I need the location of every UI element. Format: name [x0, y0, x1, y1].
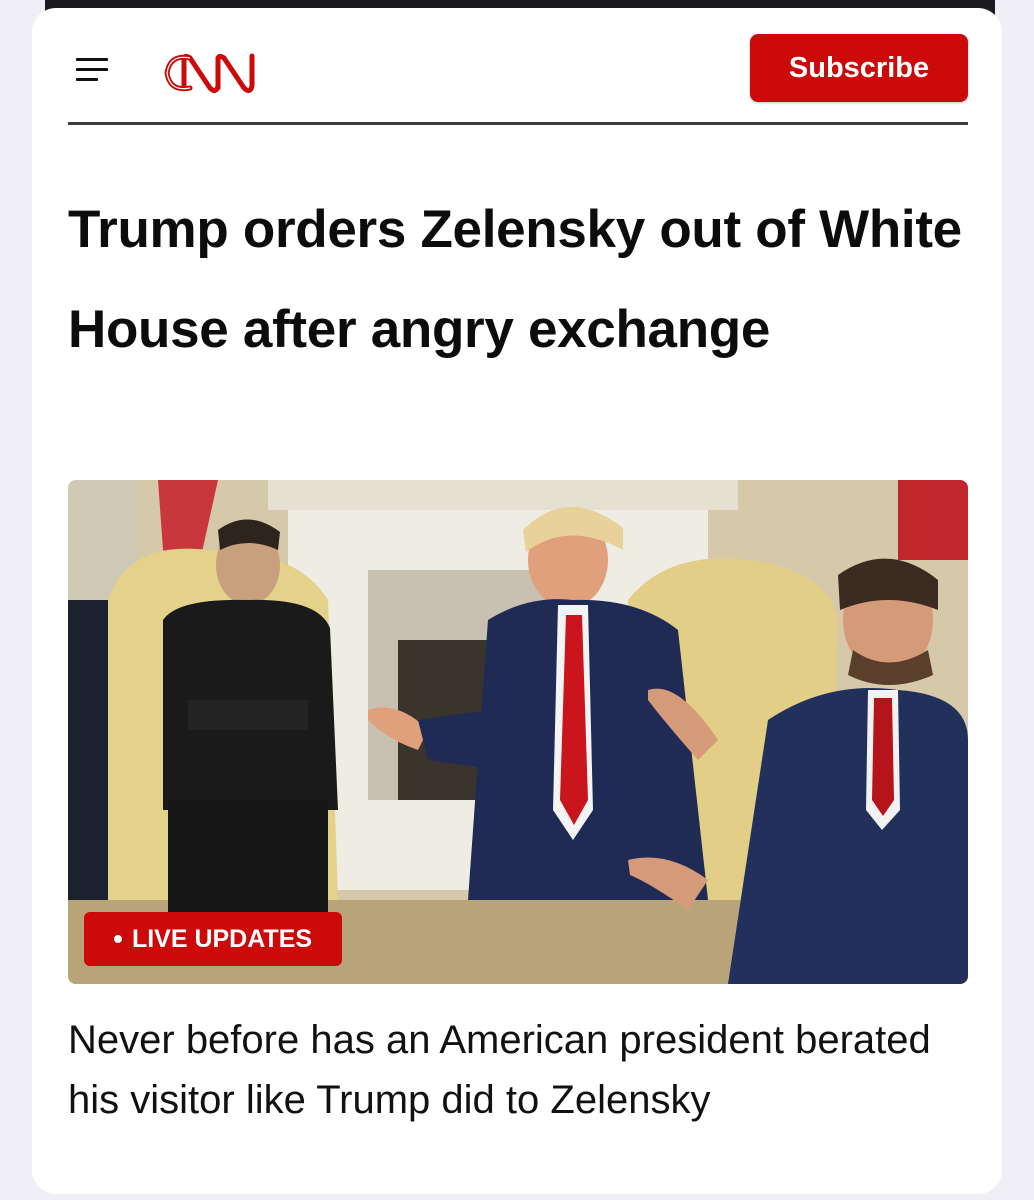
article-card: Subscribe Trump orders Zelensky out of W…	[32, 8, 1002, 1194]
live-updates-label: LIVE UPDATES	[131, 924, 313, 953]
article-photo[interactable]	[68, 480, 968, 984]
subscribe-button[interactable]: Subscribe	[750, 34, 968, 102]
live-updates-badge[interactable]: LIVE UPDATES	[84, 912, 342, 966]
live-dot-icon	[113, 935, 122, 943]
hamburger-menu-icon[interactable]	[76, 58, 108, 82]
article-headline[interactable]: Trump orders Zelensky out of White House…	[68, 180, 968, 380]
cnn-logo[interactable]	[160, 46, 276, 100]
article-subheadline[interactable]: Never before has an American president b…	[68, 1010, 968, 1130]
site-header: Subscribe	[32, 8, 1002, 126]
header-divider	[68, 122, 968, 125]
